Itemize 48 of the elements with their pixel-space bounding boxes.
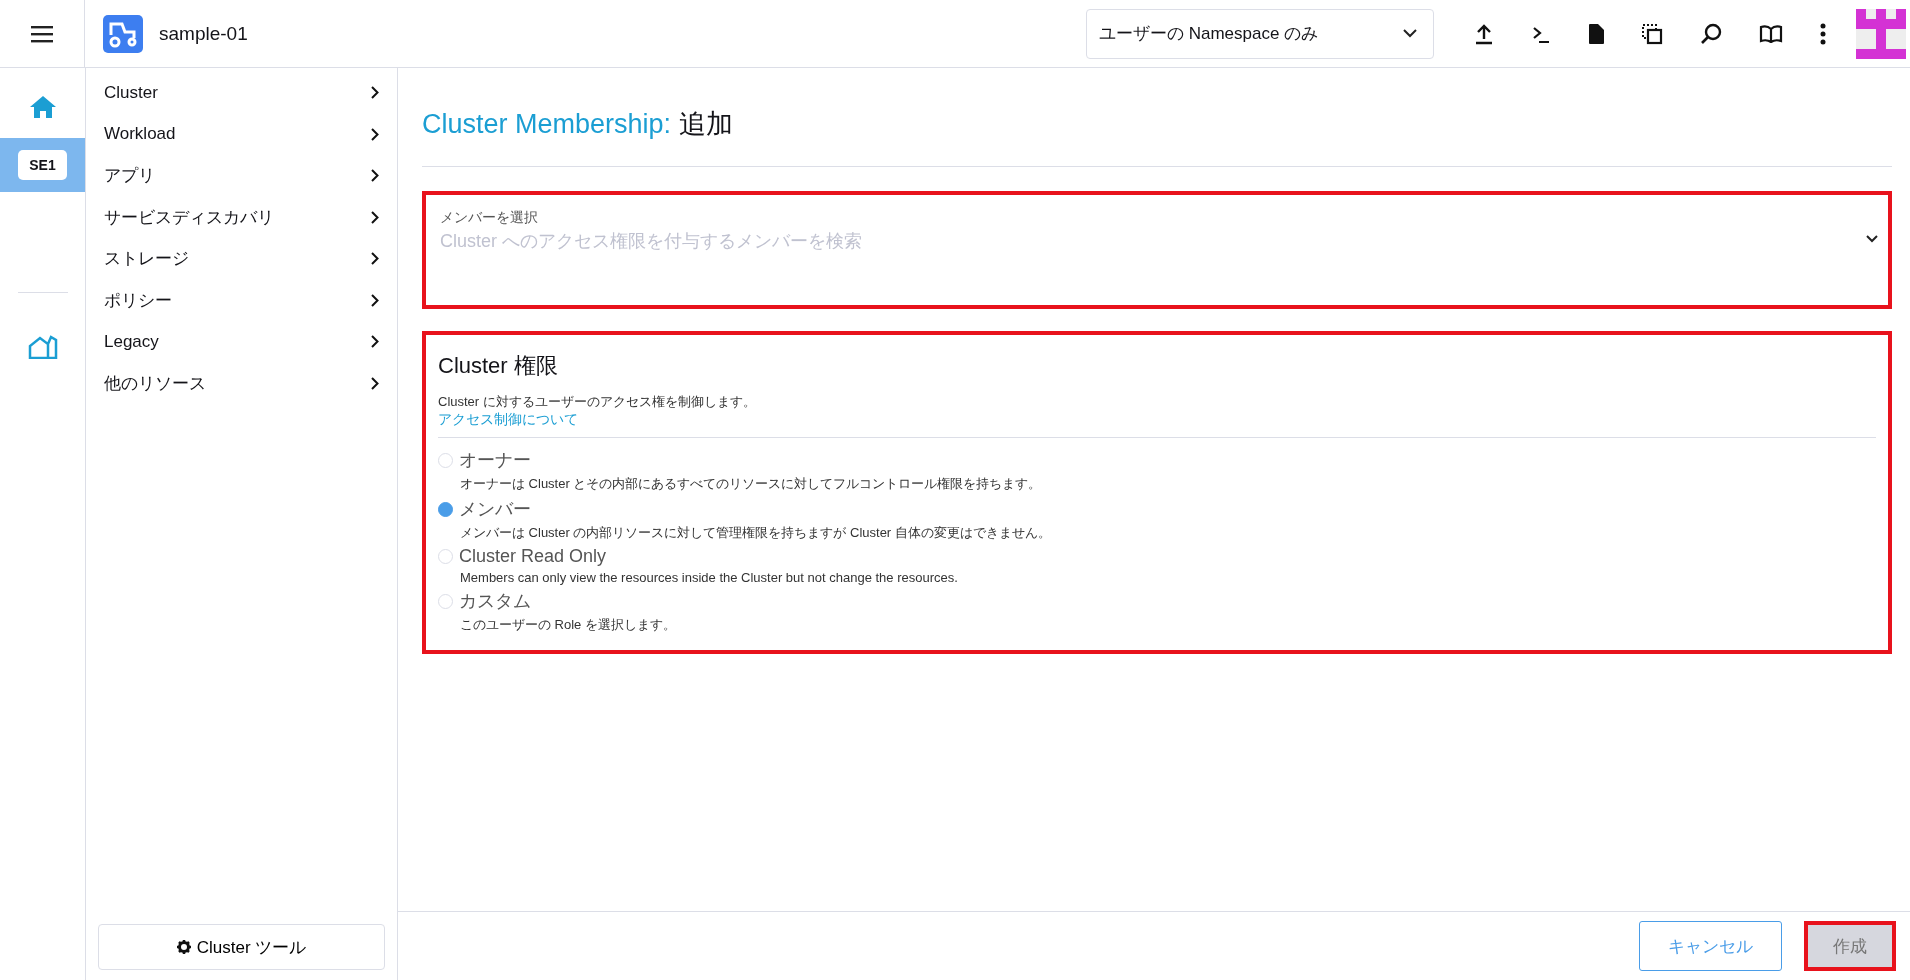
chevron-down-icon (1866, 235, 1878, 243)
nav-item[interactable]: サービスディスカバリ (98, 196, 385, 238)
cluster-name: sample-01 (159, 22, 248, 45)
gear-icon (176, 940, 191, 954)
tractor-icon (103, 14, 143, 53)
option-label: メンバー (459, 498, 531, 521)
chevron-right-icon (371, 293, 379, 307)
chevron-right-icon (371, 252, 379, 266)
option-description: このユーザーの Role を選択します。 (460, 616, 677, 634)
radio-button[interactable] (438, 501, 453, 517)
section-title: Cluster 権限 (438, 352, 559, 380)
cluster-rail-item[interactable]: SE1 (0, 138, 85, 192)
file-icon[interactable] (1588, 23, 1604, 44)
copy-icon[interactable] (1641, 22, 1663, 45)
option-description: オーナーは Cluster とその内部にあるすべてのリソースに対してフルコントロール権限を持ちます。 (460, 475, 1043, 493)
nav-item[interactable]: Workload (98, 113, 385, 155)
cluster-badge: SE1 (18, 150, 67, 180)
member-select-field[interactable]: メンバーを選択 Cluster へのアクセス権限を付与するメンバーを検索 (422, 191, 1892, 309)
upload-icon[interactable] (1474, 22, 1494, 45)
option-description: Members can only view the resources inside the Cluster but not change the resources. (460, 570, 959, 585)
chevron-right-icon (371, 169, 379, 183)
option-label: カスタム (459, 590, 531, 613)
nav-item[interactable]: ポリシー (98, 279, 385, 321)
barn-icon[interactable] (27, 333, 58, 359)
option-description: メンバーは Cluster の内部リソースに対して管理権限を持ちますが Cluster 自体の変更はできません。 (460, 524, 1052, 542)
menu-icon[interactable] (31, 24, 53, 43)
namespace-dropdown[interactable]: ユーザーの Namespace のみ (1086, 8, 1434, 59)
chevron-right-icon (371, 376, 379, 390)
nav-item[interactable]: Legacy (98, 321, 385, 363)
chevron-right-icon (371, 86, 379, 100)
home-icon[interactable] (29, 96, 56, 118)
chevron-right-icon (371, 127, 379, 141)
chevron-down-icon (1403, 29, 1417, 38)
book-icon[interactable] (1759, 24, 1783, 43)
more-icon[interactable] (1820, 22, 1826, 45)
nav-item[interactable]: ストレージ (98, 238, 385, 280)
search-icon[interactable] (1700, 22, 1722, 45)
chevron-right-icon (371, 210, 379, 224)
nav-item[interactable]: 他のリソース (98, 362, 385, 404)
nav-item[interactable]: アプリ (98, 155, 385, 197)
cluster-tools-button[interactable]: Cluster ツール (98, 924, 385, 970)
section-description: Cluster に対するユーザーのアクセス権を制御します。 (438, 393, 757, 411)
option-label: オーナー (459, 449, 531, 472)
chevron-right-icon (371, 335, 379, 349)
nav-item[interactable]: Cluster (98, 72, 385, 114)
page-title: Cluster Membership: 追加 (422, 108, 734, 141)
option-label: Cluster Read Only (459, 546, 607, 567)
avatar-icon[interactable] (1856, 8, 1906, 59)
